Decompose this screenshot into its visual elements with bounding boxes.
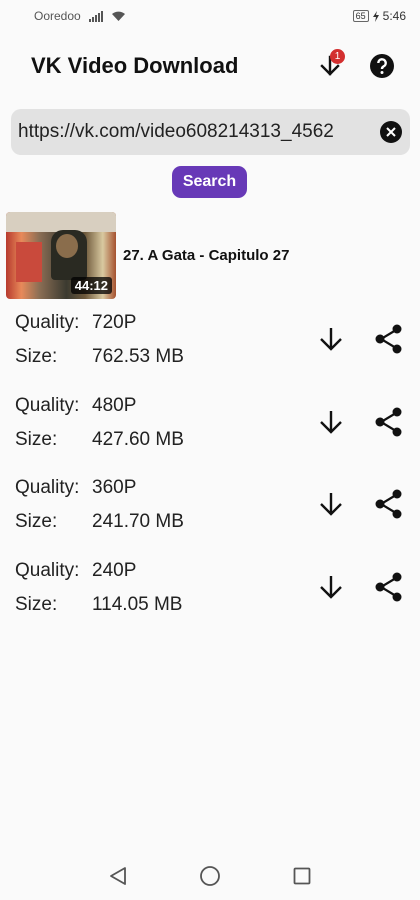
recents-square-icon [293, 867, 311, 885]
search-button[interactable]: Search [172, 166, 247, 198]
quality-label: Quality: [15, 312, 80, 333]
download-arrow-icon [320, 493, 342, 516]
download-arrow-icon [320, 328, 342, 351]
clear-url-button[interactable] [380, 121, 402, 143]
size-label: Size: [15, 594, 58, 615]
app-title: VK Video Download [31, 53, 239, 78]
quality-option-360p: Quality: 360P Size: 241.70 MB [15, 477, 410, 553]
charging-icon [372, 10, 379, 22]
share-icon [375, 407, 402, 437]
nav-home-button[interactable] [198, 864, 222, 888]
quality-label: Quality: [15, 395, 80, 416]
download-arrow-icon [320, 411, 342, 434]
carrier-name: Ooredoo [34, 9, 81, 23]
nav-recents-button[interactable] [290, 864, 314, 888]
share-icon [375, 489, 402, 519]
downloads-button[interactable]: 1 [310, 46, 350, 86]
download-720p-button[interactable] [315, 320, 347, 358]
back-triangle-icon [110, 867, 126, 885]
quality-option-720p: Quality: 720P Size: 762.53 MB [15, 312, 410, 388]
download-count-badge: 1 [330, 49, 345, 64]
url-input-value[interactable]: https://vk.com/video608214313_4562 [18, 121, 374, 143]
quality-option-480p: Quality: 480P Size: 427.60 MB [15, 395, 410, 471]
video-title: 27. A Gata - Capitulo 27 [123, 247, 290, 264]
help-button[interactable] [362, 46, 402, 86]
app-header: VK Video Download 1 [0, 40, 420, 92]
nav-back-button[interactable] [106, 864, 130, 888]
status-left: Ooredoo [34, 9, 126, 23]
download-360p-button[interactable] [315, 485, 347, 523]
quality-label: Quality: [15, 560, 80, 581]
quality-label: Quality: [15, 477, 80, 498]
quality-option-240p: Quality: 240P Size: 114.05 MB [15, 560, 410, 636]
size-label: Size: [15, 429, 58, 450]
share-360p-button[interactable] [373, 485, 405, 523]
size-value: 427.60 MB [92, 429, 184, 450]
size-value: 241.70 MB [92, 511, 184, 532]
system-nav-bar [0, 852, 420, 900]
size-value: 114.05 MB [92, 594, 183, 615]
download-arrow-icon [320, 576, 342, 599]
wifi-icon [111, 11, 125, 21]
size-label: Size: [15, 511, 58, 532]
quality-value: 240P [92, 560, 137, 581]
share-icon [375, 324, 402, 354]
video-duration: 44:12 [70, 277, 112, 294]
status-right: 65 5:46 [352, 9, 406, 23]
status-bar: Ooredoo 65 5:46 [0, 0, 420, 32]
size-label: Size: [15, 346, 58, 367]
clear-icon [386, 127, 396, 137]
quality-value: 480P [92, 395, 137, 416]
share-720p-button[interactable] [373, 320, 405, 358]
help-circle-icon [370, 54, 394, 78]
quality-value: 720P [92, 312, 137, 333]
signal-icon [88, 10, 103, 22]
video-thumbnail[interactable]: 44:12 [6, 212, 116, 299]
home-circle-icon [200, 866, 220, 886]
video-result[interactable]: 44:12 27. A Gata - Capitulo 27 [6, 212, 414, 299]
download-480p-button[interactable] [315, 403, 347, 441]
share-240p-button[interactable] [373, 568, 405, 606]
share-480p-button[interactable] [373, 403, 405, 441]
battery-icon: 65 [352, 10, 369, 22]
share-icon [375, 572, 402, 602]
size-value: 762.53 MB [92, 346, 184, 367]
quality-value: 360P [92, 477, 137, 498]
download-240p-button[interactable] [315, 568, 347, 606]
url-input[interactable]: https://vk.com/video608214313_4562 [11, 109, 410, 155]
clock: 5:46 [382, 9, 406, 23]
